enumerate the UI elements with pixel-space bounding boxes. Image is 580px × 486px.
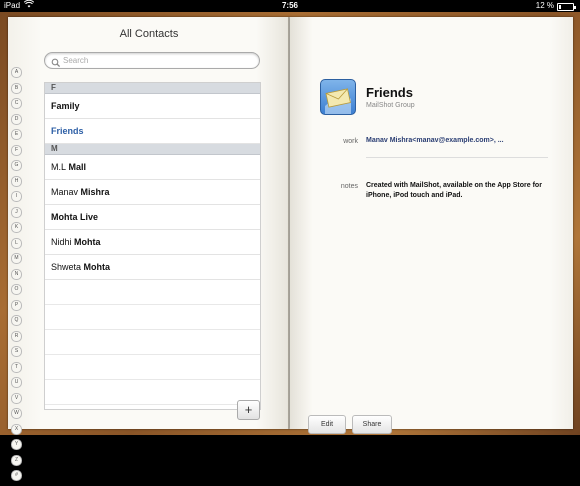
search-bar[interactable] <box>44 52 260 69</box>
contact-first-name: Friends <box>51 126 84 136</box>
contact-first-name: Family <box>51 101 80 111</box>
index-tab[interactable]: X <box>11 423 22 435</box>
alphabet-index[interactable]: A B C D E F G H I J K L M N O P Q R S T U V W X Y Z # <box>11 67 23 486</box>
contact-last-name: Mohta <box>83 262 111 272</box>
index-tab[interactable]: Q <box>11 315 22 326</box>
empty-row <box>45 330 260 355</box>
index-tab[interactable]: D <box>11 113 22 125</box>
index-tab[interactable]: G <box>11 160 22 171</box>
right-page: Friends MailShot Group work Manav Mishra… <box>290 17 573 434</box>
index-tab[interactable]: V <box>11 392 22 404</box>
index-tab[interactable]: H <box>11 175 22 187</box>
section-header: F <box>45 83 260 94</box>
page-title: All Contacts <box>119 28 179 40</box>
status-bar: iPad 7:56 12 % <box>0 0 580 12</box>
empty-row <box>45 380 260 405</box>
field-divider <box>366 157 548 158</box>
index-tab[interactable]: A <box>11 67 22 78</box>
index-tab[interactable]: Y <box>11 439 22 450</box>
contact-first-name: Shweta <box>51 262 82 272</box>
battery-icon <box>557 3 576 11</box>
mail-group-icon <box>320 79 356 115</box>
contact-last-name: Mall <box>68 162 87 172</box>
left-page: All Contacts ABCDEFGHIJKLMNOPQRSTUVWXYZ#… <box>8 17 290 481</box>
work-label: work <box>343 138 358 145</box>
notes-value: Created with MailShot, available on the … <box>366 182 542 199</box>
index-tab[interactable]: B <box>11 82 22 94</box>
empty-row <box>45 305 260 330</box>
index-tab[interactable]: T <box>11 361 22 373</box>
index-tab[interactable]: U <box>11 377 22 388</box>
index-tab[interactable]: E <box>11 129 22 140</box>
index-tab[interactable]: J <box>11 206 22 218</box>
index-tab[interactable]: O <box>11 284 22 295</box>
index-tab[interactable]: I <box>11 191 22 202</box>
section-header: M <box>45 144 260 155</box>
contact-subtitle: MailShot Group <box>366 102 415 109</box>
contact-name: Friends <box>366 85 413 100</box>
index-tab[interactable]: F <box>11 144 22 156</box>
contact-first-name: Nidhi <box>51 237 72 247</box>
index-tab[interactable]: L <box>11 237 22 249</box>
contact-last-name: Mohta Live <box>51 212 99 222</box>
clock: 7:56 <box>281 1 298 10</box>
index-tab[interactable]: S <box>11 346 22 357</box>
battery-percentage: 12 % <box>535 1 554 10</box>
contact-row[interactable]: Nidhi Mohta <box>45 230 260 255</box>
contact-last-name: Mohta <box>74 237 101 247</box>
contact-row[interactable]: M.L Mall <box>45 155 260 180</box>
contact-row[interactable]: Family <box>45 94 260 119</box>
share-button[interactable]: Share <box>352 415 392 434</box>
contact-first-name: M.L <box>51 162 67 172</box>
contact-first-name: Manav <box>51 187 79 197</box>
edit-button[interactable]: Edit <box>308 415 346 434</box>
add-button[interactable]: + <box>237 400 260 420</box>
index-tab[interactable]: Z <box>11 454 22 466</box>
search-input[interactable] <box>63 54 243 66</box>
index-tab[interactable]: N <box>11 268 22 280</box>
index-tab[interactable]: W <box>11 408 22 419</box>
work-value[interactable]: Manav Mishra<manav@example.com>, ... <box>366 136 551 146</box>
contact-last-name: Mishra <box>80 187 110 197</box>
empty-row <box>45 280 260 305</box>
index-tab[interactable]: M <box>11 253 22 264</box>
notes-label: notes <box>340 183 358 190</box>
index-tab[interactable]: R <box>11 330 22 342</box>
index-tab[interactable]: C <box>11 98 22 109</box>
contact-list[interactable]: F Family Friends M M.L Mall Manav Mishra Mohta… <box>44 82 261 410</box>
contact-row[interactable]: Mohta Live <box>45 205 260 230</box>
contact-row[interactable]: Friends <box>45 119 260 144</box>
contact-row[interactable]: Shweta Mohta <box>45 255 260 280</box>
empty-row <box>45 355 260 380</box>
index-tab[interactable]: # <box>11 470 22 481</box>
search-icon <box>51 55 61 68</box>
index-tab[interactable]: P <box>11 299 22 311</box>
index-tab[interactable]: K <box>11 222 22 233</box>
contact-row[interactable]: Manav Mishra <box>45 180 260 205</box>
